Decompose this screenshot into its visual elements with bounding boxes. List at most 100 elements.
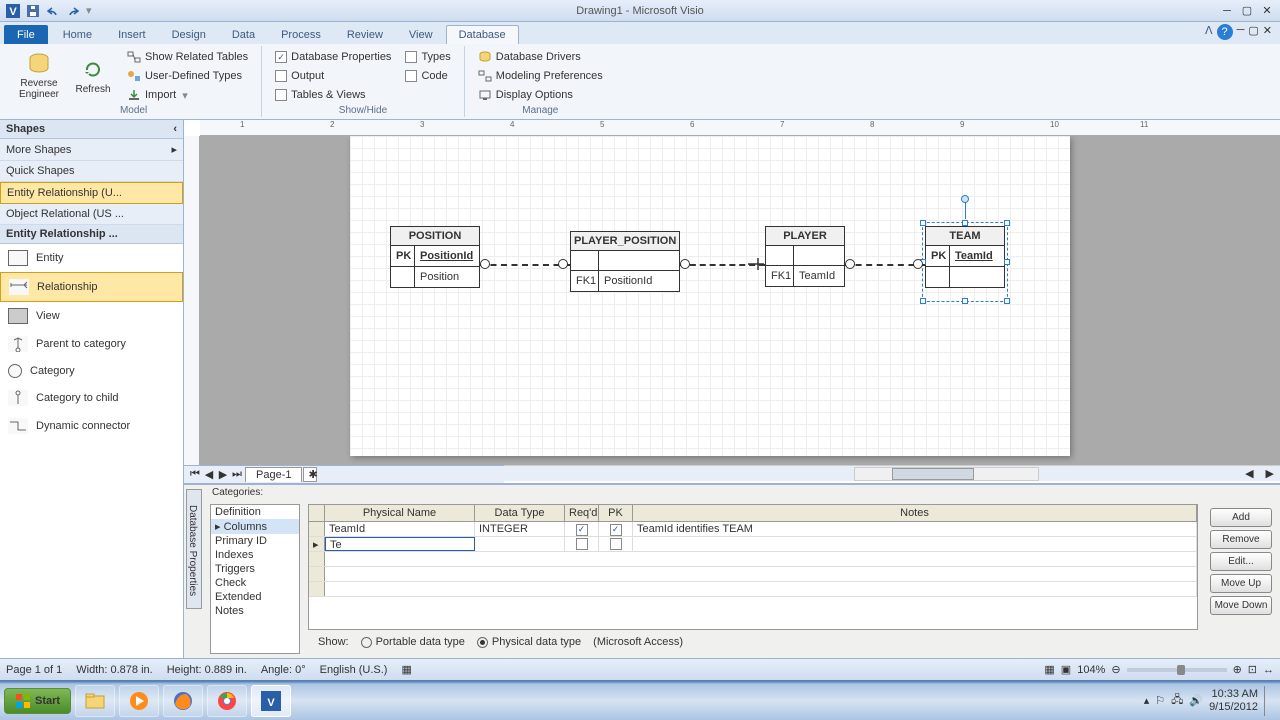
- reverse-engineer-button[interactable]: Reverse Engineer: [14, 48, 64, 104]
- stencil-or[interactable]: Object Relational (US ...: [0, 204, 183, 225]
- tray-time[interactable]: 10:33 AM: [1209, 688, 1258, 700]
- moveup-button[interactable]: Move Up: [1210, 574, 1272, 593]
- entity-player[interactable]: PLAYER FK1TeamId: [765, 226, 845, 287]
- tab-data[interactable]: Data: [219, 25, 268, 44]
- shape-child[interactable]: Category to child: [0, 384, 183, 412]
- chk-output[interactable]: Output: [270, 67, 396, 85]
- grid-row-0[interactable]: TeamId INTEGER ✓ ✓ TeamId identifies TEA…: [309, 522, 1197, 537]
- entity-position[interactable]: POSITION PKPositionId Position: [390, 226, 480, 288]
- shape-entity[interactable]: Entity: [0, 244, 183, 272]
- task-visio[interactable]: V: [251, 685, 291, 717]
- cat-check[interactable]: Check: [211, 576, 299, 590]
- tray-expand-icon[interactable]: ▴: [1144, 694, 1150, 707]
- help-icon[interactable]: ?: [1217, 24, 1233, 40]
- entity-player-position[interactable]: PLAYER_POSITION FK1PositionId: [570, 231, 680, 292]
- close-button[interactable]: ✕: [1258, 2, 1276, 20]
- switch-icon[interactable]: ↔: [1263, 664, 1274, 676]
- drivers-button[interactable]: Database Drivers: [473, 48, 608, 66]
- canvas[interactable]: POSITION PKPositionId Position PLAYER_PO…: [200, 136, 1280, 465]
- add-button[interactable]: Add: [1210, 508, 1272, 527]
- movedown-button[interactable]: Move Down: [1210, 596, 1272, 615]
- tab-design[interactable]: Design: [159, 25, 219, 44]
- tray-volume-icon[interactable]: 🔊: [1189, 694, 1203, 707]
- undo-button[interactable]: [44, 2, 62, 20]
- import-button[interactable]: Import▾: [122, 86, 253, 104]
- page-prev[interactable]: ◀: [202, 468, 216, 481]
- show-related-button[interactable]: Show Related Tables: [122, 48, 253, 66]
- minimize-button[interactable]: ─: [1218, 2, 1236, 20]
- tab-view[interactable]: View: [396, 25, 446, 44]
- display-button[interactable]: Display Options: [473, 86, 608, 104]
- cat-definition[interactable]: Definition: [211, 505, 299, 519]
- doc-close-icon[interactable]: ✕: [1263, 24, 1272, 40]
- tab-file[interactable]: File: [4, 25, 48, 44]
- chk-tables[interactable]: Tables & Views: [270, 86, 396, 104]
- tray-date[interactable]: 9/15/2012: [1209, 701, 1258, 713]
- stencil-er[interactable]: Entity Relationship (U...: [0, 182, 183, 204]
- chk-types[interactable]: Types: [400, 48, 455, 66]
- zoom-in-icon[interactable]: ⊕: [1233, 663, 1242, 676]
- quick-shapes[interactable]: Quick Shapes: [0, 161, 183, 182]
- task-chrome[interactable]: [207, 685, 247, 717]
- doc-minimize-icon[interactable]: ─: [1237, 24, 1245, 40]
- view-full-icon[interactable]: ▣: [1061, 663, 1071, 676]
- page-add[interactable]: ✱: [303, 467, 317, 482]
- cat-notes[interactable]: Notes: [211, 604, 299, 618]
- tab-database[interactable]: Database: [446, 25, 519, 44]
- edit-button[interactable]: Edit...: [1210, 552, 1272, 571]
- shapes-collapse-icon[interactable]: ‹: [173, 123, 177, 135]
- save-button[interactable]: [24, 2, 42, 20]
- zoom-slider[interactable]: [1127, 668, 1227, 672]
- tray-flag-icon[interactable]: ⚐: [1155, 694, 1165, 707]
- user-types-button[interactable]: User-Defined Types: [122, 67, 253, 85]
- task-firefox[interactable]: [163, 685, 203, 717]
- selection-handles[interactable]: [922, 222, 1008, 302]
- prefs-button[interactable]: Modeling Preferences: [473, 67, 608, 85]
- doc-restore-icon[interactable]: ▢: [1248, 24, 1258, 40]
- remove-button[interactable]: Remove: [1210, 530, 1272, 549]
- macro-icon[interactable]: ▦: [401, 663, 411, 676]
- task-media[interactable]: [119, 685, 159, 717]
- page-first[interactable]: ⏮: [188, 468, 202, 481]
- radio-portable[interactable]: Portable data type: [361, 636, 465, 648]
- tray-network-icon[interactable]: 🖧: [1171, 691, 1183, 710]
- db-props-tab[interactable]: Database Properties: [186, 489, 202, 609]
- categories-list[interactable]: Definition ▸ Columns Primary ID Indexes …: [210, 504, 300, 654]
- rel-1[interactable]: [480, 264, 570, 266]
- tab-process[interactable]: Process: [268, 25, 334, 44]
- page-tab-1[interactable]: Page-1: [245, 467, 302, 482]
- page-next[interactable]: ▶: [216, 468, 230, 481]
- shape-view[interactable]: View: [0, 302, 183, 330]
- status-lang[interactable]: English (U.S.): [320, 664, 388, 676]
- ribbon-minimize-icon[interactable]: ᐱ: [1205, 24, 1213, 40]
- view-normal-icon[interactable]: ▦: [1044, 663, 1054, 676]
- refresh-button[interactable]: Refresh: [68, 48, 118, 104]
- chk-code[interactable]: Code: [400, 67, 455, 85]
- hscrollbar[interactable]: ◀▶: [504, 465, 1280, 481]
- cat-extended[interactable]: Extended: [211, 590, 299, 604]
- start-button[interactable]: Start: [4, 688, 71, 714]
- fit-icon[interactable]: ⊡: [1248, 663, 1257, 676]
- tab-insert[interactable]: Insert: [105, 25, 159, 44]
- visio-icon[interactable]: V: [4, 2, 22, 20]
- grid-row-1[interactable]: ▸ Te: [309, 537, 1197, 552]
- more-shapes[interactable]: More Shapes▸: [0, 139, 183, 161]
- cat-triggers[interactable]: Triggers: [211, 562, 299, 576]
- page-last[interactable]: ⏭: [230, 468, 244, 481]
- zoom-out-icon[interactable]: ⊖: [1111, 663, 1120, 676]
- columns-grid[interactable]: Physical Name Data Type Req'd PK Notes T…: [308, 504, 1198, 630]
- redo-button[interactable]: [64, 2, 82, 20]
- tab-home[interactable]: Home: [50, 25, 105, 44]
- chk-dbprops[interactable]: ✓Database Properties: [270, 48, 396, 66]
- shape-category[interactable]: Category: [0, 358, 183, 384]
- show-desktop[interactable]: [1264, 686, 1274, 716]
- tab-review[interactable]: Review: [334, 25, 396, 44]
- cat-columns[interactable]: ▸ Columns: [211, 519, 299, 534]
- radio-physical[interactable]: Physical data type: [477, 636, 581, 648]
- cat-indexes[interactable]: Indexes: [211, 548, 299, 562]
- task-explorer[interactable]: [75, 685, 115, 717]
- cat-primary-id[interactable]: Primary ID: [211, 534, 299, 548]
- shape-dynamic[interactable]: Dynamic connector: [0, 412, 183, 440]
- shape-relationship[interactable]: Relationship: [0, 272, 183, 302]
- shape-parent[interactable]: Parent to category: [0, 330, 183, 358]
